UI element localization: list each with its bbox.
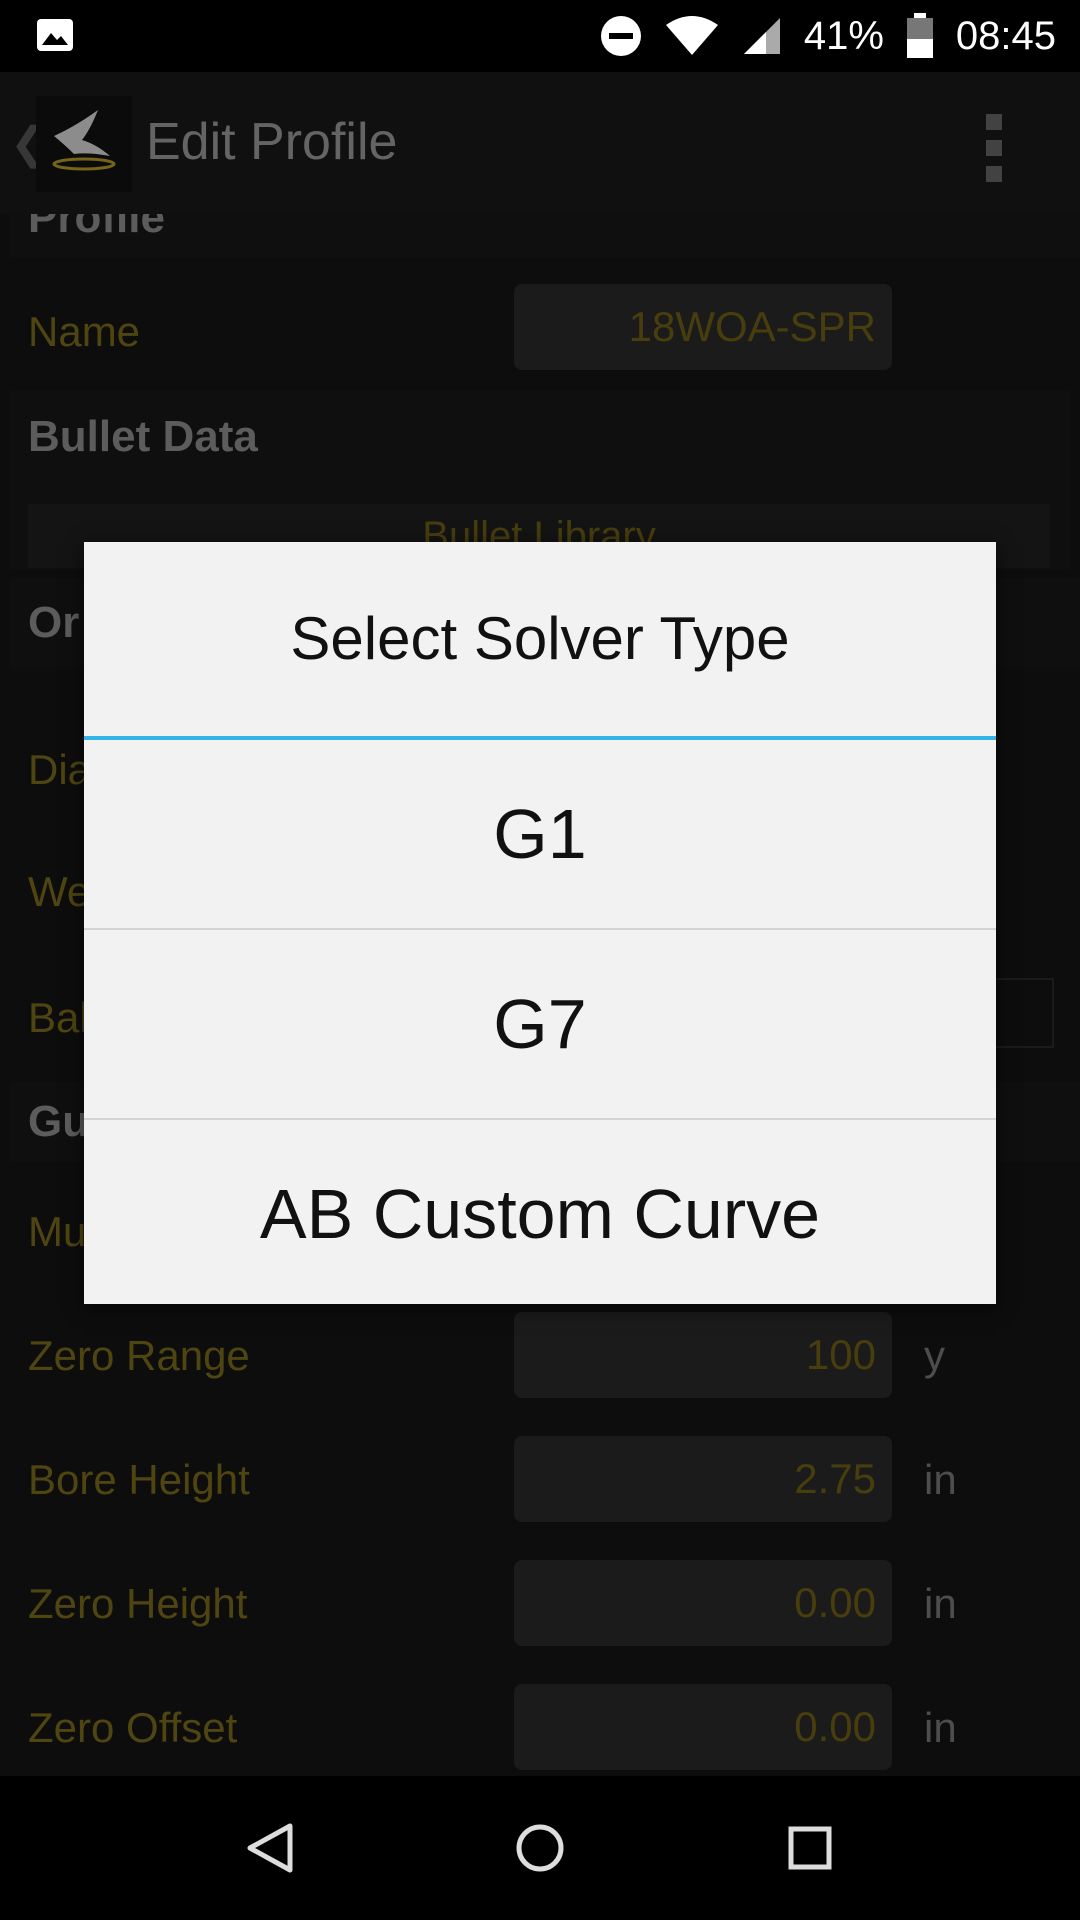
navigation-bar: [0, 1776, 1080, 1920]
wifi-icon: [665, 16, 718, 55]
clock: 08:45: [955, 13, 1056, 58]
dialog-title: Select Solver Type: [84, 542, 996, 740]
solver-type-dialog: Select Solver Type G1 G7 AB Custom Curve: [84, 542, 996, 1304]
back-icon[interactable]: [240, 1818, 300, 1878]
signal-icon: [743, 18, 780, 54]
recents-icon[interactable]: [780, 1818, 840, 1878]
dnd-icon: [600, 16, 641, 56]
image-icon: [37, 19, 73, 51]
option-ab-custom-curve[interactable]: AB Custom Curve: [84, 1120, 996, 1308]
option-g1[interactable]: G1: [84, 740, 996, 930]
battery-percent: 41%: [803, 13, 884, 58]
home-icon[interactable]: [510, 1818, 570, 1878]
status-bar: 41% 08:45: [0, 0, 1080, 72]
option-g7[interactable]: G7: [84, 930, 996, 1120]
battery-icon: [906, 13, 933, 58]
